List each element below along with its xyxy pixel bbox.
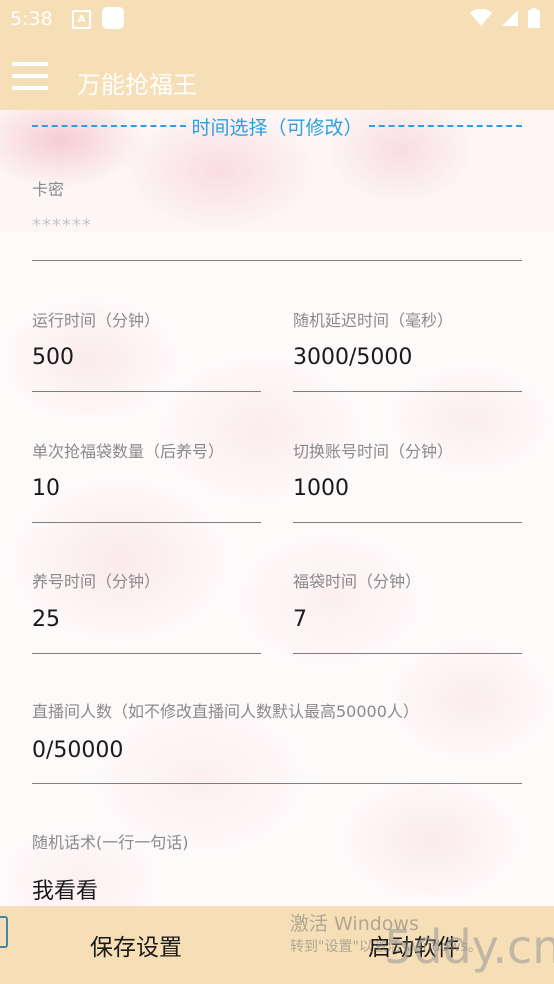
notification-app-icon: [102, 7, 124, 29]
card-key-input[interactable]: ******: [32, 215, 92, 236]
live-viewers-label: 直播间人数（如不修改直播间人数默认最高50000人）: [32, 702, 419, 721]
random-phrases-label: 随机话术(一行一句话): [32, 833, 189, 852]
random-delay-input[interactable]: 3000/5000: [293, 345, 412, 370]
single-grab-count-input[interactable]: 10: [32, 476, 60, 501]
switch-account-time-underline: [293, 522, 522, 523]
card-key-label: 卡密: [32, 180, 65, 199]
status-time: 5:38: [10, 8, 53, 30]
single-grab-count-underline: [32, 522, 261, 523]
random-phrases-input[interactable]: 我看看: [32, 873, 98, 905]
run-time-field[interactable]: 运行时间（分钟） 500: [32, 307, 261, 393]
run-time-label: 运行时间（分钟）: [32, 311, 161, 330]
nurture-time-input[interactable]: 25: [32, 607, 60, 632]
edge-handle-icon[interactable]: [0, 916, 8, 948]
menu-icon[interactable]: [12, 62, 48, 90]
random-delay-field[interactable]: 随机延迟时间（毫秒） 3000/5000: [293, 307, 522, 393]
live-viewers-input[interactable]: 0/50000: [32, 738, 123, 763]
card-key-field[interactable]: 卡密 ******: [32, 176, 522, 262]
lucky-bag-time-field[interactable]: 福袋时间（分钟） 7: [293, 568, 522, 654]
lucky-bag-time-underline: [293, 653, 522, 654]
wifi-icon: [469, 8, 492, 26]
notification-a-icon: A: [72, 10, 91, 29]
random-delay-label: 随机延迟时间（毫秒）: [293, 311, 454, 330]
switch-account-time-input[interactable]: 1000: [293, 476, 349, 501]
status-icons: [466, 7, 540, 28]
signal-icon: [501, 9, 518, 26]
lucky-bag-time-label: 福袋时间（分钟）: [293, 572, 422, 591]
section-divider-right: [368, 125, 523, 127]
section-header: 时间选择（可修改）: [32, 112, 523, 140]
switch-account-time-label: 切换账号时间（分钟）: [293, 442, 454, 461]
app-bar: 万能抢福王: [0, 38, 554, 110]
save-settings-button[interactable]: 保存设置: [90, 928, 182, 962]
live-viewers-underline: [32, 783, 522, 784]
lucky-bag-time-input[interactable]: 7: [293, 607, 307, 632]
switch-account-time-field[interactable]: 切换账号时间（分钟） 1000: [293, 438, 522, 524]
site-watermark: 5ddy.cn: [384, 920, 554, 974]
nurture-time-field[interactable]: 养号时间（分钟） 25: [32, 568, 261, 654]
app-title: 万能抢福王: [77, 71, 197, 99]
status-bar: 5:38 A: [0, 0, 554, 38]
nurture-time-label: 养号时间（分钟）: [32, 572, 161, 591]
card-key-underline: [32, 260, 522, 261]
section-title: 时间选择（可修改）: [191, 116, 363, 139]
section-divider-left: [32, 125, 186, 127]
random-phrases-field[interactable]: 随机话术(一行一句话) 我看看: [32, 829, 522, 905]
random-delay-underline: [293, 391, 522, 392]
battery-icon: [528, 7, 540, 28]
nurture-time-underline: [32, 653, 261, 654]
single-grab-count-field[interactable]: 单次抢福袋数量（后养号） 10: [32, 438, 261, 524]
run-time-underline: [32, 391, 261, 392]
run-time-input[interactable]: 500: [32, 345, 74, 370]
live-viewers-field[interactable]: 直播间人数（如不修改直播间人数默认最高50000人） 0/50000: [32, 698, 522, 784]
single-grab-count-label: 单次抢福袋数量（后养号）: [32, 442, 225, 461]
